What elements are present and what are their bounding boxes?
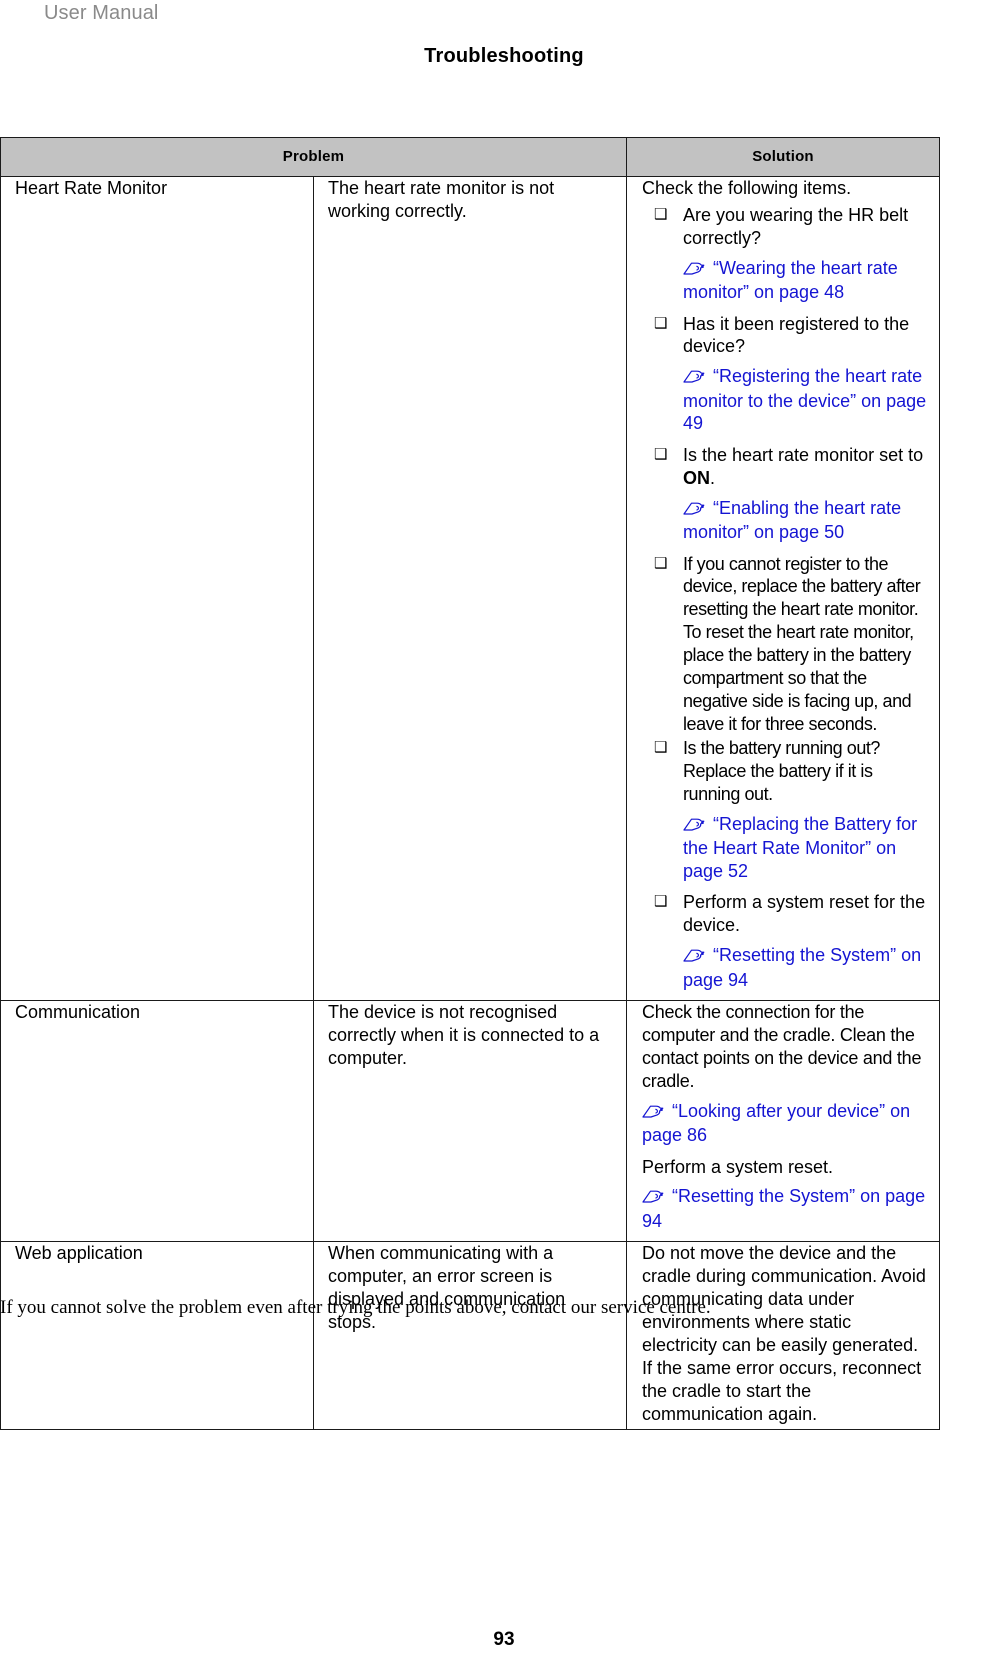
cross-reference-link[interactable]: “Replacing the Battery for the Heart Rat… xyxy=(683,813,927,883)
bullet-label-post: . xyxy=(710,467,716,488)
bullet-icon: ❑ xyxy=(654,445,668,463)
bullet-label-emphasis: ON xyxy=(683,467,710,488)
list-item: ❑ If you cannot register to the device, … xyxy=(642,553,927,736)
solution-paragraph: Do not move the device and the cradle du… xyxy=(642,1243,926,1424)
row-solution: Do not move the device and the cradle du… xyxy=(626,1241,940,1431)
pointing-hand-icon xyxy=(642,1102,664,1125)
cross-reference-link[interactable]: “Wearing the heart rate monitor” on page… xyxy=(683,257,927,304)
row-problem: The device is not recognised correctly w… xyxy=(313,1000,627,1243)
table-header-row: Problem Solution xyxy=(0,137,940,177)
pointing-hand-icon xyxy=(683,946,705,969)
closing-note: If you cannot solve the problem even aft… xyxy=(0,1297,711,1318)
table-head: Problem Solution xyxy=(0,137,940,177)
cross-reference-label: “Looking after your device” on page 86 xyxy=(642,1100,911,1146)
bullet-label: Are you wearing the HR belt correctly? xyxy=(683,204,909,248)
pointing-hand-icon xyxy=(642,1187,664,1210)
page-number: 93 xyxy=(493,1629,515,1650)
list-item: ❑ Perform a system reset for the device. xyxy=(642,891,927,937)
troubleshooting-table-wrapper: Problem Solution Heart Rate Monitor The … xyxy=(0,137,940,1431)
bullet-label: If you cannot register to the device, re… xyxy=(683,553,921,734)
bullet-label: Perform a system reset for the device. xyxy=(683,892,926,936)
row-category: Web application xyxy=(0,1241,314,1431)
table-row: Heart Rate Monitor The heart rate monito… xyxy=(0,175,940,1002)
column-header-problem: Problem xyxy=(0,137,627,177)
list-item: ❑ Has it been registered to the device? xyxy=(642,313,927,359)
bullet-icon: ❑ xyxy=(654,893,668,911)
pointing-hand-icon xyxy=(683,499,705,522)
list-item: ❑ Are you wearing the HR belt correctly? xyxy=(642,204,927,250)
cross-reference-label: “Resetting the System” on page 94 xyxy=(683,945,922,990)
bullet-label: Is the battery running out? Replace the … xyxy=(683,738,880,805)
cross-reference-link[interactable]: “Registering the heart rate monitor to t… xyxy=(683,365,927,435)
table-body: Heart Rate Monitor The heart rate monito… xyxy=(0,175,940,1431)
cross-reference-label: “Enabling the heart rate monitor” on pag… xyxy=(683,497,902,543)
list-item: ❑ Is the heart rate monitor set to ON. xyxy=(642,444,927,490)
pointing-hand-icon xyxy=(683,259,705,282)
bullet-icon: ❑ xyxy=(654,314,668,332)
column-header-solution: Solution xyxy=(626,137,940,177)
cross-reference-label: “Registering the heart rate monitor to t… xyxy=(683,366,927,434)
cross-reference-link[interactable]: “Resetting the System” on page 94 xyxy=(683,944,927,991)
row-problem: The heart rate monitor is not working co… xyxy=(313,175,627,1002)
row-solution: Check the connection for the computer an… xyxy=(626,1000,940,1243)
list-item: ❑ Is the battery running out? Replace th… xyxy=(642,737,927,806)
troubleshooting-table: Problem Solution Heart Rate Monitor The … xyxy=(0,137,940,1431)
cross-reference-label: “Replacing the Battery for the Heart Rat… xyxy=(683,813,918,881)
cross-reference-link[interactable]: “Looking after your device” on page 86 xyxy=(642,1100,927,1147)
solution-paragraph: Perform a system reset. xyxy=(642,1156,834,1177)
bullet-label: Is the heart rate monitor set to ON. xyxy=(683,444,927,490)
cross-reference-link[interactable]: “Enabling the heart rate monitor” on pag… xyxy=(683,497,927,544)
bullet-label: Has it been registered to the device? xyxy=(683,313,910,357)
cross-reference-link[interactable]: “Resetting the System” on page 94 xyxy=(642,1185,927,1232)
running-head: User Manual xyxy=(44,2,159,24)
pointing-hand-icon xyxy=(683,367,705,390)
pointing-hand-icon xyxy=(683,815,705,838)
row-solution: Check the following items. ❑ Are you wea… xyxy=(626,175,940,1002)
row-category: Communication xyxy=(0,1000,314,1243)
cross-reference-label: “Wearing the heart rate monitor” on page… xyxy=(683,257,898,303)
solution-bullet-list: ❑ Are you wearing the HR belt correctly?… xyxy=(642,204,927,991)
bullet-icon: ❑ xyxy=(654,205,668,223)
page-title: Troubleshooting xyxy=(424,45,584,67)
row-problem: When communicating with a computer, an e… xyxy=(313,1241,627,1431)
row-category: Heart Rate Monitor xyxy=(0,175,314,1002)
solution-paragraph: Check the connection for the computer an… xyxy=(642,1002,922,1091)
bullet-icon: ❑ xyxy=(654,739,668,757)
table-row: Web application When communicating with … xyxy=(0,1241,940,1431)
table-row: Communication The device is not recognis… xyxy=(0,1000,940,1243)
bullet-label-pre: Is the heart rate monitor set to xyxy=(683,444,924,465)
bullet-icon: ❑ xyxy=(654,554,668,572)
solution-intro: Check the following items. xyxy=(642,178,852,198)
cross-reference-label: “Resetting the System” on page 94 xyxy=(642,1186,926,1231)
